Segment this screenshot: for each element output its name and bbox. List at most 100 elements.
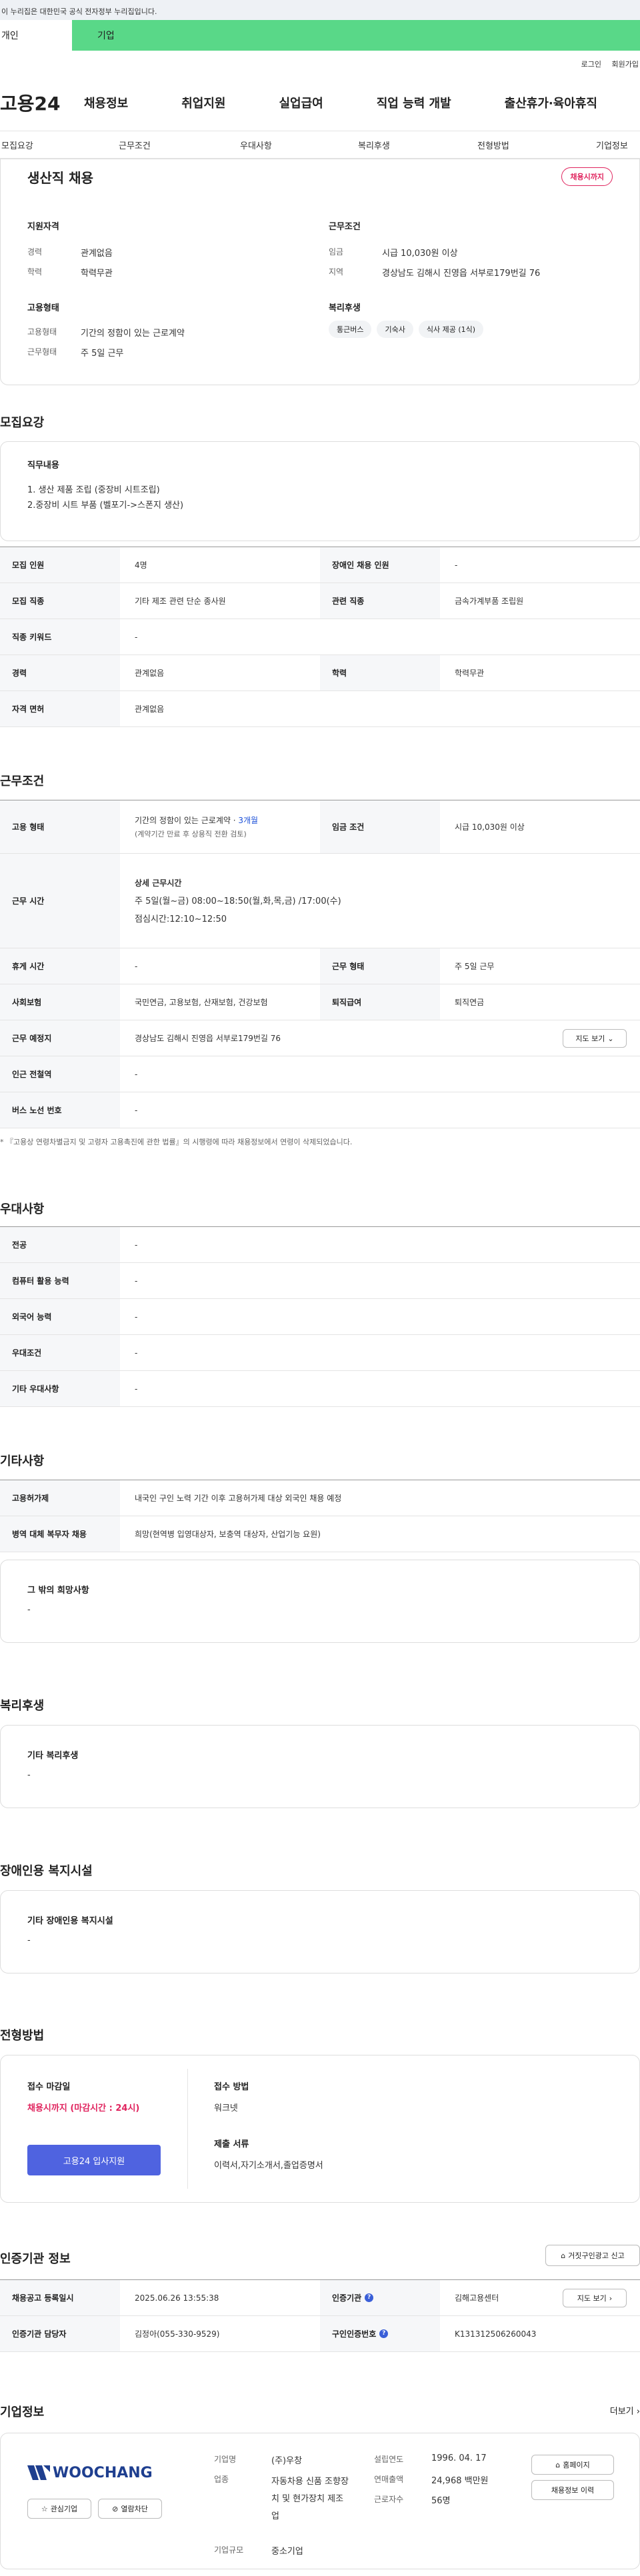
nav-training[interactable]: 직업 능력 개발 xyxy=(377,94,451,111)
th: 우대조건 xyxy=(0,1335,120,1370)
fav-label: 관심기업 xyxy=(50,2505,78,2513)
td: 2025.06.26 13:55:38 xyxy=(135,2293,219,2303)
nav-jobs[interactable]: 채용정보 xyxy=(84,94,128,111)
th-label: 구인인증번호 xyxy=(332,2329,377,2339)
docs-value: 이력서,자기소개서,졸업증명서 xyxy=(214,2161,323,2171)
home-icon: ⌂ xyxy=(555,2460,561,2469)
apply-button[interactable]: 고용24 입사지원 xyxy=(27,2145,161,2175)
nav-unemployment[interactable]: 실업급여 xyxy=(279,94,323,111)
status-badge: 채용시까지 xyxy=(561,167,613,186)
agency-map-button[interactable]: 지도 보기 › xyxy=(563,2289,627,2307)
td: 관계없음 xyxy=(135,704,165,714)
welfare-sub: 기타 복리후생 xyxy=(27,1751,79,1761)
td: 기간의 정함이 있는 근로계약 · 3개월 (계약기간 만료 후 상용직 전환 검… xyxy=(120,800,320,853)
wage-label: 임금 xyxy=(329,247,344,257)
history-button[interactable]: 채용정보 이력 xyxy=(531,2480,614,2500)
td: K131312506260043 xyxy=(455,2329,537,2339)
wage-value: 시급 10,030원 이상 xyxy=(382,249,458,259)
block-button[interactable]: ⊘ 열람차단 xyxy=(98,2499,162,2519)
deadline-label: 접수 마감일 xyxy=(27,2082,71,2092)
method-label: 접수 방법 xyxy=(214,2082,249,2092)
deadline-value: 채용시까지 (마감시간 : 24시) xyxy=(27,2103,140,2113)
td: 기타 제조 관련 단순 종사원 xyxy=(135,597,226,606)
edu-label: 학력 xyxy=(27,267,43,277)
subnav-pref[interactable]: 우대사항 xyxy=(240,139,272,151)
workcond-table: 고용 형태 기간의 정함이 있는 근로계약 · 3개월 (계약기간 만료 후 상용… xyxy=(0,800,640,1128)
td: 내국인 구인 노력 기간 이후 고용허가제 대상 외국인 채용 예정 xyxy=(135,1494,342,1503)
top-tabs: 개인 기업 xyxy=(0,20,640,51)
region-value: 경상남도 김해시 진영읍 서부로179번길 76 xyxy=(382,269,541,279)
star-icon: ☆ xyxy=(41,2504,48,2513)
td: 금속가계부품 조립원 xyxy=(455,597,524,606)
login-link[interactable]: 로그인 xyxy=(581,60,601,69)
size-value: 중소기업 xyxy=(271,2547,303,2557)
th: 사회보험 xyxy=(0,984,120,1020)
th: 퇴직급여 xyxy=(320,984,440,1020)
th: 채용공고 등록일시 xyxy=(0,2280,120,2315)
td: - xyxy=(135,1348,138,1358)
th-label: 인증기관 xyxy=(332,2293,362,2303)
th: 학력 xyxy=(320,655,440,690)
welfare-card: 기타 복리후생 - xyxy=(0,1725,640,1808)
chevron-down-icon: ⌄ xyxy=(607,1034,614,1043)
map-button[interactable]: 지도 보기 ⌄ xyxy=(563,1029,627,1048)
time-line-2: 점심시간:12:10~12:50 xyxy=(135,914,227,924)
more-link[interactable]: 더보기 › xyxy=(610,2404,640,2417)
homepage-button[interactable]: ⌂ 홈페이지 xyxy=(531,2455,614,2475)
th: 휴게 시간 xyxy=(0,948,120,984)
th: 근무 시간 xyxy=(0,854,120,948)
welfare-heading: 복리후생 xyxy=(329,303,361,313)
subnav-workcond[interactable]: 근무조건 xyxy=(119,139,151,151)
fav-button[interactable]: ☆ 관심기업 xyxy=(27,2499,91,2519)
th: 인근 전철역 xyxy=(0,1056,120,1092)
region-label: 지역 xyxy=(329,267,344,277)
agency-heading: 인증기관 정보 xyxy=(0,2252,71,2266)
emptype-value: 기간의 정함이 있는 근로계약 xyxy=(81,329,185,339)
subnav-welfare[interactable]: 복리후생 xyxy=(358,139,390,151)
th: 버스 노선 번호 xyxy=(0,1092,120,1128)
th: 고용 형태 xyxy=(0,800,120,853)
nav-leave[interactable]: 출산휴가·육아휴직 xyxy=(505,94,597,111)
util-links: 로그인 회원가입 xyxy=(573,59,639,69)
company-card: WOOCHANG ☆ 관심기업 ⊘ 열람차단 기업명 (주)우창 업종 자동차용 신… xyxy=(0,2433,640,2569)
contract-period: 3개월 xyxy=(238,816,259,825)
th: 병역 대체 복무자 채용 xyxy=(0,1516,120,1552)
nav-employment-support[interactable]: 취업지원 xyxy=(181,94,225,111)
td: - xyxy=(135,632,138,642)
emptype-label: 고용형태 xyxy=(27,327,57,337)
welfare-value: - xyxy=(27,1770,31,1780)
disab-value: - xyxy=(27,1935,31,1945)
chevron-right-icon: › xyxy=(609,2293,613,2303)
report-button[interactable]: ⌂ 거짓구인광고 신고 xyxy=(545,2245,640,2266)
cond-heading: 근무조건 xyxy=(329,222,361,232)
worktype-label: 근무형태 xyxy=(27,347,57,357)
subnav-company[interactable]: 기업정보 xyxy=(596,139,628,151)
th: 컴퓨터 활용 능력 xyxy=(0,1263,120,1298)
td: 국민연금, 고용보험, 산재보험, 건강보험 xyxy=(135,998,268,1007)
etc-table: 고용허가제 내국인 구인 노력 기간 이후 고용허가제 대상 외국인 채용 예정 … xyxy=(0,1480,640,1552)
tab-company[interactable]: 기업 xyxy=(72,20,144,51)
time-heading: 상세 근무시간 xyxy=(135,878,182,888)
info-icon[interactable]: ? xyxy=(365,2293,374,2302)
td: - xyxy=(135,1276,138,1286)
subnav-process[interactable]: 전형방법 xyxy=(477,139,509,151)
signup-link[interactable]: 회원가입 xyxy=(612,60,639,69)
chip-dorm: 기숙사 xyxy=(377,321,413,338)
th: 장애인 채용 인원 xyxy=(320,547,440,583)
job-title: 생산직 채용 xyxy=(27,170,93,186)
sales-value: 24,968 백만원 xyxy=(431,2476,489,2486)
info-icon[interactable]: ? xyxy=(379,2329,389,2338)
th: 임금 조건 xyxy=(320,800,440,853)
other-wish-card: 그 밖의 희망사항 - xyxy=(0,1560,640,1643)
edu-value: 학력무관 xyxy=(81,269,113,279)
method-value: 워크넷 xyxy=(214,2103,238,2113)
tab-personal[interactable]: 개인 xyxy=(0,20,72,51)
time-line-1: 주 5일(월~금) 08:00~18:50(월,화,목,금) /17:00(수) xyxy=(135,896,341,906)
gov-notice: 이 누리집은 대한민국 공식 전자정부 누리집입니다. xyxy=(0,0,640,20)
est-value: 1996. 04. 17 xyxy=(431,2453,487,2463)
site-logo[interactable]: 고용24 xyxy=(0,89,73,116)
subnav-recruit[interactable]: 모집요강 xyxy=(1,139,33,151)
duty-line-2: 2.중장비 시트 부품 (벨포기->스폰지 생산) xyxy=(27,501,184,511)
workcond-heading: 근무조건 xyxy=(0,774,45,788)
duty-line-1: 1. 생산 제품 조립 (중장비 시트조립) xyxy=(27,485,160,495)
